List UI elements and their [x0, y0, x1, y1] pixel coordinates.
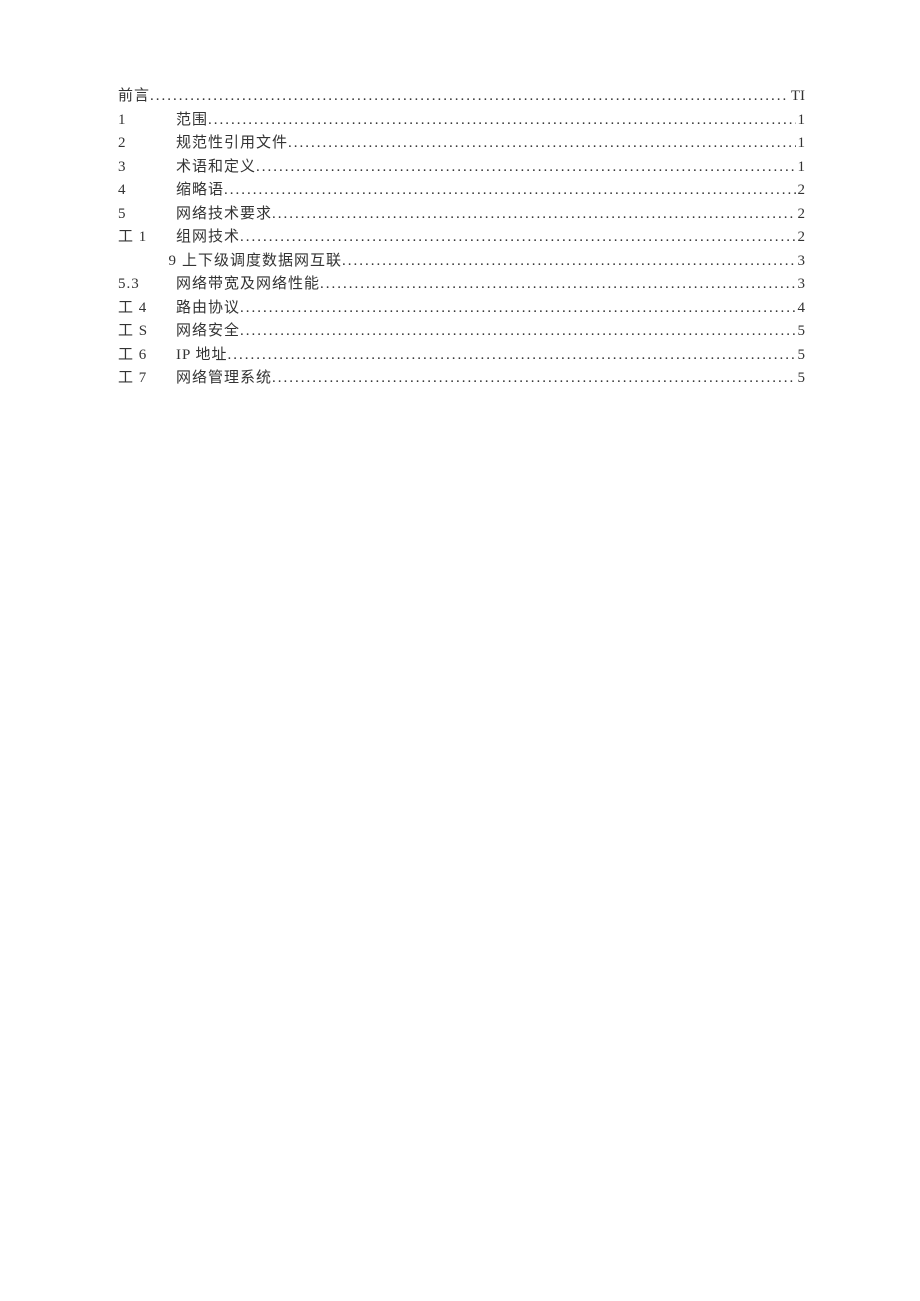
toc-number: 9	[118, 250, 182, 274]
toc-title: 规范性引用文件	[176, 132, 288, 156]
toc-row: 工 6 IP 地址 5	[118, 344, 805, 368]
toc-number: 1	[118, 109, 176, 133]
toc-page: 1	[796, 156, 806, 180]
toc-row: 5 网络技术要求 2	[118, 203, 805, 227]
toc-number: 4	[118, 179, 176, 203]
toc-page: 2	[796, 226, 806, 250]
toc-row: 9 上下级调度数据网互联 3	[118, 250, 805, 274]
table-of-contents: 前言 TI 1 范围 1 2 规范性引用文件 1 3 术语和定义 1 4 缩略语	[118, 85, 805, 391]
toc-row: 1 范围 1	[118, 109, 805, 133]
toc-dots	[150, 85, 789, 109]
toc-row: 工 7 网络管理系统 5	[118, 367, 805, 391]
toc-page: 2	[796, 203, 806, 227]
toc-title: 组网技术	[176, 226, 240, 250]
toc-title: 网络安全	[176, 320, 240, 344]
toc-row: 工 4 路由协议 4	[118, 297, 805, 321]
toc-dots	[320, 273, 795, 297]
toc-page: 3	[796, 273, 806, 297]
toc-row: 工 S 网络安全 5	[118, 320, 805, 344]
toc-page: 5	[796, 344, 806, 368]
toc-row: 3 术语和定义 1	[118, 156, 805, 180]
toc-row: 2 规范性引用文件 1	[118, 132, 805, 156]
toc-dots	[288, 132, 795, 156]
toc-row: 5.3 网络带宽及网络性能 3	[118, 273, 805, 297]
toc-dots	[342, 250, 795, 274]
toc-row: 工 1 组网技术 2	[118, 226, 805, 250]
toc-number: 5	[118, 203, 176, 227]
toc-title: 上下级调度数据网互联	[182, 250, 342, 274]
toc-page: 2	[796, 179, 806, 203]
toc-row: 前言 TI	[118, 85, 805, 109]
toc-dots	[240, 320, 795, 344]
toc-dots	[240, 226, 795, 250]
toc-number: 2	[118, 132, 176, 156]
toc-page: 5	[796, 320, 806, 344]
toc-title: 范围	[176, 109, 208, 133]
toc-title: IP 地址	[176, 344, 228, 368]
toc-title: 缩略语	[176, 179, 224, 203]
toc-title: 网络技术要求	[176, 203, 272, 227]
toc-number: 工 S	[118, 320, 176, 344]
toc-number: 前言	[118, 85, 150, 109]
toc-title: 网络管理系统	[176, 367, 272, 391]
toc-dots	[228, 344, 796, 368]
toc-dots	[272, 367, 795, 391]
toc-title: 网络带宽及网络性能	[176, 273, 320, 297]
toc-number: 3	[118, 156, 176, 180]
toc-number: 工 6	[118, 344, 176, 368]
toc-page: 1	[796, 109, 806, 133]
toc-number: 工 7	[118, 367, 176, 391]
toc-page: 3	[796, 250, 806, 274]
page-content: 前言 TI 1 范围 1 2 规范性引用文件 1 3 术语和定义 1 4 缩略语	[0, 0, 920, 391]
toc-dots	[272, 203, 795, 227]
toc-page: 4	[796, 297, 806, 321]
toc-page: TI	[789, 85, 805, 109]
toc-number: 工 1	[118, 226, 176, 250]
toc-row: 4 缩略语 2	[118, 179, 805, 203]
toc-dots	[240, 297, 795, 321]
toc-number: 5.3	[118, 273, 176, 297]
toc-dots	[224, 179, 795, 203]
toc-title: 术语和定义	[176, 156, 256, 180]
toc-dots	[208, 109, 795, 133]
toc-title: 路由协议	[176, 297, 240, 321]
toc-number: 工 4	[118, 297, 176, 321]
toc-page: 1	[796, 132, 806, 156]
toc-dots	[256, 156, 795, 180]
toc-page: 5	[796, 367, 806, 391]
